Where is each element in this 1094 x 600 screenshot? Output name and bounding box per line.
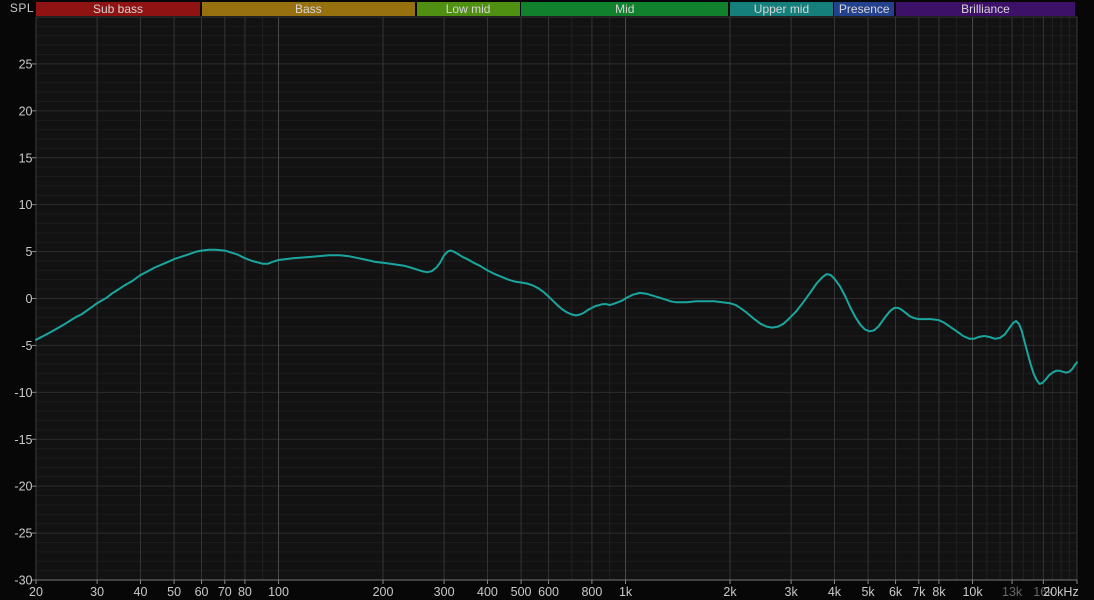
x-tick-label: 500 bbox=[511, 585, 532, 599]
x-tick-label: 50 bbox=[167, 585, 181, 599]
spl-graph-window: SPL Sub bass Bass Low mid Mid Upper mid Prese… bbox=[0, 0, 1094, 600]
x-tick-label: 1k bbox=[619, 585, 633, 599]
x-tick-label: 80 bbox=[238, 585, 252, 599]
x-tick-label: 20kHz bbox=[1043, 585, 1078, 599]
y-tick-label: -5 bbox=[21, 339, 32, 353]
x-tick-label: 100 bbox=[268, 585, 289, 599]
y-tick-label: 15 bbox=[19, 151, 33, 165]
x-tick-label: 300 bbox=[434, 585, 455, 599]
x-tick-label: 70 bbox=[218, 585, 232, 599]
y-tick-label: 10 bbox=[19, 198, 33, 212]
x-tick-label: 8k bbox=[932, 585, 946, 599]
x-tick-label: 600 bbox=[538, 585, 559, 599]
x-tick-label: 10k bbox=[962, 585, 983, 599]
x-tick-label: 2k bbox=[723, 585, 737, 599]
y-tick-label: -20 bbox=[14, 480, 32, 494]
y-tick-label: 5 bbox=[26, 245, 33, 259]
x-tick-label: 30 bbox=[90, 585, 104, 599]
y-tick-label: -25 bbox=[14, 527, 32, 541]
x-tick-label: 7k bbox=[912, 585, 926, 599]
x-tick-label: 5k bbox=[861, 585, 875, 599]
x-tick-label: 20 bbox=[29, 585, 43, 599]
y-tick-label: -10 bbox=[14, 386, 32, 400]
x-tick-label: 13k bbox=[1002, 585, 1023, 599]
x-tick-label: 800 bbox=[581, 585, 602, 599]
x-tick-label: 6k bbox=[889, 585, 903, 599]
spl-chart: 2520151050-5-10-15-20-25-3020 30 40 50 60 70 8… bbox=[14, 16, 1079, 599]
x-tick-label: 200 bbox=[373, 585, 394, 599]
y-tick-label: 20 bbox=[19, 104, 33, 118]
x-tick-label: 60 bbox=[195, 585, 209, 599]
x-tick-label: 3k bbox=[785, 585, 799, 599]
y-tick-label: 0 bbox=[26, 292, 33, 306]
y-tick-label: -15 bbox=[14, 433, 32, 447]
y-tick-label: 25 bbox=[19, 57, 33, 71]
x-tick-label: 40 bbox=[134, 585, 148, 599]
x-tick-label: 4k bbox=[828, 585, 842, 599]
x-tick-label: 400 bbox=[477, 585, 498, 599]
